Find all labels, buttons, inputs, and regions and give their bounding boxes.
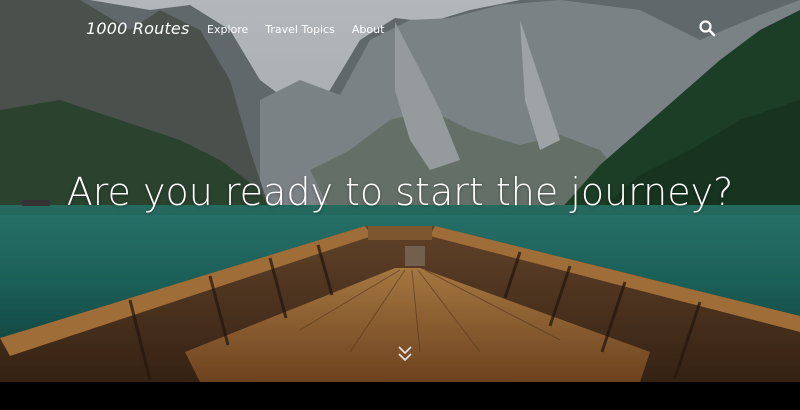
bottom-bar: [0, 382, 800, 410]
chevron-down-icon[interactable]: [397, 345, 413, 363]
top-navigation: 1000 Routes Explore Travel Topics About: [0, 0, 800, 58]
search-icon[interactable]: [698, 19, 716, 37]
nav-item-travel-topics[interactable]: Travel Topics: [265, 23, 335, 36]
nav-item-explore[interactable]: Explore: [207, 23, 248, 36]
hero-section: 1000 Routes Explore Travel Topics About …: [0, 0, 800, 382]
nav-item-about[interactable]: About: [352, 23, 385, 36]
site-logo[interactable]: 1000 Routes: [86, 19, 190, 38]
nav-menu: Explore Travel Topics About: [207, 23, 384, 36]
hero-headline: Are you ready to start the journey?: [66, 170, 734, 214]
